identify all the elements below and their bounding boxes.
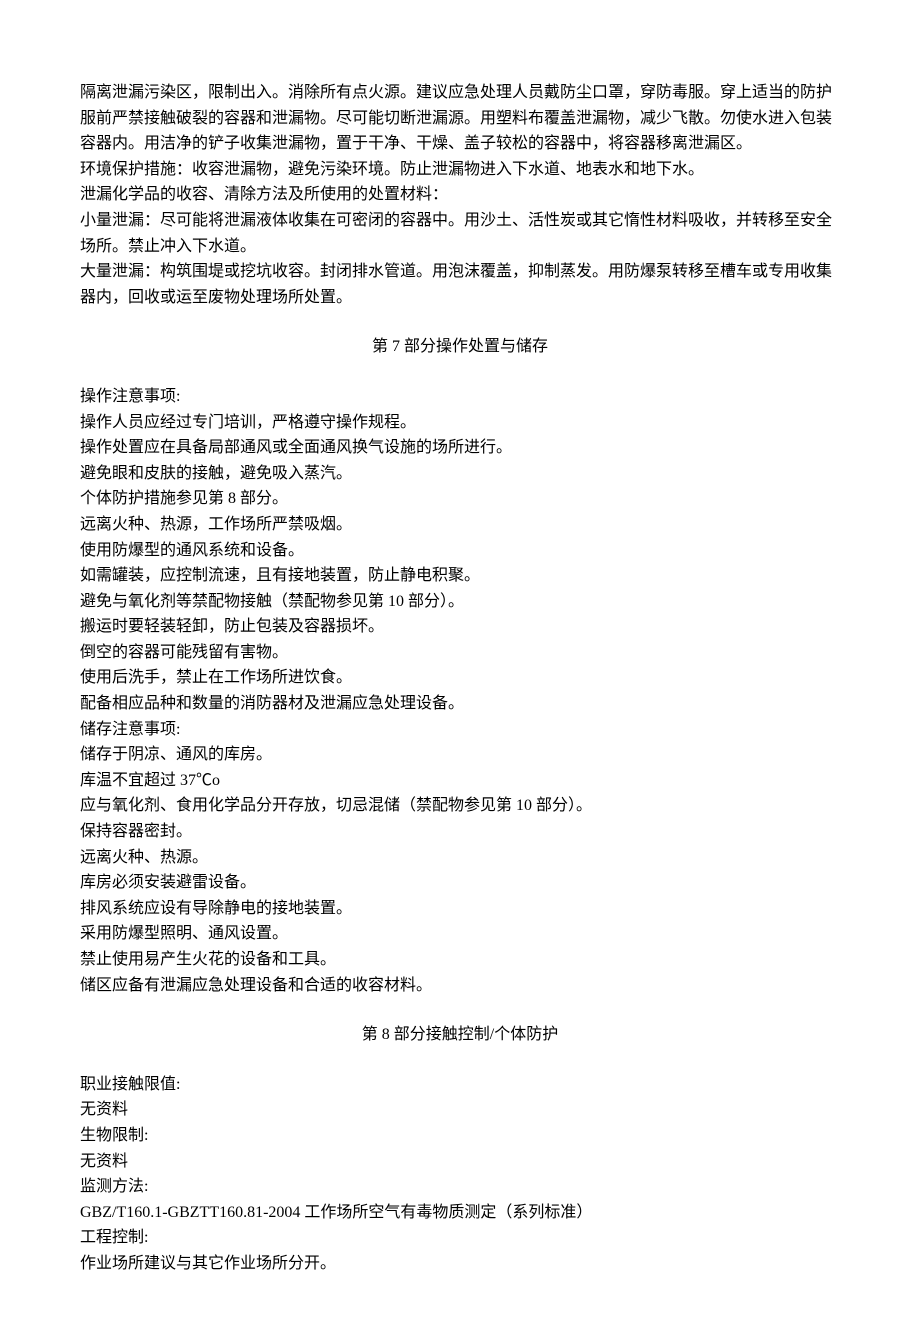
s7-line: 使用后洗手，禁止在工作场所进饮食。	[80, 665, 840, 691]
s7-line: 库房必须安装避雷设备。	[80, 870, 840, 896]
s7-line: 避免眼和皮肤的接触，避免吸入蒸汽。	[80, 461, 840, 487]
intro-para-3: 泄漏化学品的收容、清除方法及所使用的处置材料：	[80, 182, 840, 208]
s8-line: 监测方法:	[80, 1174, 840, 1200]
s8-line: 生物限制:	[80, 1123, 840, 1149]
s7-line: 禁止使用易产生火花的设备和工具。	[80, 947, 840, 973]
s7-line: 储存注意事项:	[80, 717, 840, 743]
s8-line: GBZ/T160.1-GBZTT160.81-2004 工作场所空气有毒物质测定…	[80, 1200, 840, 1226]
s7-line: 应与氧化剂、食用化学品分开存放，切忌混储（禁配物参见第 10 部分）。	[80, 793, 840, 819]
s8-line: 无资料	[80, 1097, 840, 1123]
s7-line: 储区应备有泄漏应急处理设备和合适的收容材料。	[80, 973, 840, 999]
s7-line: 储存于阴凉、通风的库房。	[80, 742, 840, 768]
s7-line: 采用防爆型照明、通风设置。	[80, 921, 840, 947]
s7-line: 使用防爆型的通风系统和设备。	[80, 538, 840, 564]
s8-line: 职业接触限值:	[80, 1072, 840, 1098]
s7-line: 排风系统应设有导除静电的接地装置。	[80, 896, 840, 922]
s8-line: 作业场所建议与其它作业场所分开。	[80, 1251, 840, 1277]
intro-para-2: 环境保护措施：收容泄漏物，避免污染环境。防止泄漏物进入下水道、地表水和地下水。	[80, 157, 840, 183]
s7-line: 操作处置应在具备局部通风或全面通风换气设施的场所进行。	[80, 435, 840, 461]
s7-line: 远离火种、热源。	[80, 845, 840, 871]
s7-line: 配备相应品种和数量的消防器材及泄漏应急处理设备。	[80, 691, 840, 717]
s7-line: 个体防护措施参见第 8 部分。	[80, 486, 840, 512]
s7-line: 操作注意事项:	[80, 384, 840, 410]
s7-line: 避免与氧化剂等禁配物接触（禁配物参见第 10 部分）。	[80, 589, 840, 615]
s7-line: 保持容器密封。	[80, 819, 840, 845]
s8-line: 无资料	[80, 1149, 840, 1175]
intro-para-1: 隔离泄漏污染区，限制出入。消除所有点火源。建议应急处理人员戴防尘口罩，穿防毒服。…	[80, 80, 840, 157]
intro-para-4: 小量泄漏：尽可能将泄漏液体收集在可密闭的容器中。用沙土、活性炭或其它惰性材料吸收…	[80, 208, 840, 259]
s7-line: 库温不宜超过 37℃o	[80, 768, 840, 794]
s7-line: 远离火种、热源，工作场所严禁吸烟。	[80, 512, 840, 538]
section-8-title: 第 8 部分接触控制/个体防护	[80, 1022, 840, 1048]
s7-line: 倒空的容器可能残留有害物。	[80, 640, 840, 666]
section-7-title: 第 7 部分操作处置与储存	[80, 334, 840, 360]
intro-para-5: 大量泄漏：构筑围堤或挖坑收容。封闭排水管道。用泡沫覆盖，抑制蒸发。用防爆泵转移至…	[80, 259, 840, 310]
s8-line: 工程控制:	[80, 1225, 840, 1251]
s7-line: 如需罐装，应控制流速，且有接地装置，防止静电积聚。	[80, 563, 840, 589]
s7-line: 操作人员应经过专门培训，严格遵守操作规程。	[80, 410, 840, 436]
s7-line: 搬运时要轻装轻卸，防止包装及容器损坏。	[80, 614, 840, 640]
